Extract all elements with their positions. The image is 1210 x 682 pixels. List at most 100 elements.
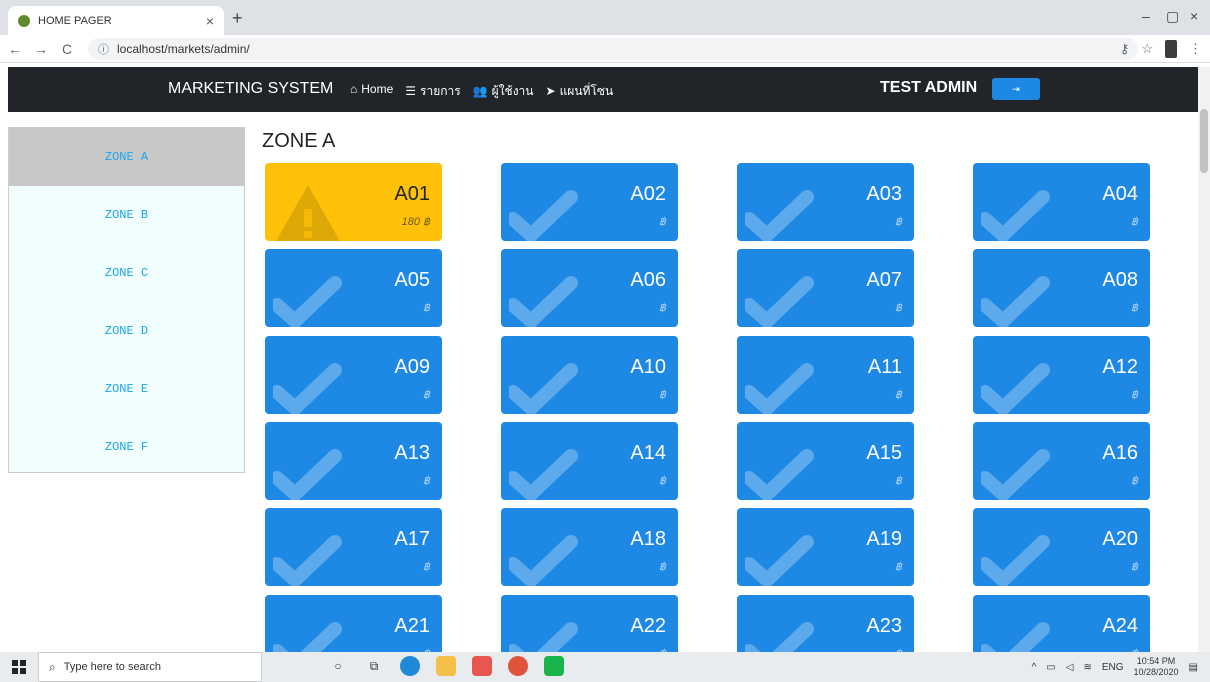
wifi-icon[interactable]: ≋ — [1083, 662, 1091, 673]
home-icon: ⌂ — [350, 82, 358, 96]
check-icon — [978, 356, 1051, 414]
booth-card[interactable]: A24฿ — [973, 595, 1150, 653]
booth-price: ฿ — [659, 389, 666, 401]
task-view-icon[interactable]: ⧉ — [364, 656, 384, 676]
list-icon: ☰ — [405, 84, 417, 98]
booth-card[interactable]: A08 ฿ — [973, 249, 1150, 327]
key-icon[interactable]: ⚷ — [1120, 41, 1130, 57]
booth-price: ฿ — [1131, 216, 1138, 228]
close-window-button[interactable]: × — [1190, 8, 1198, 24]
minimize-button[interactable]: – — [1142, 8, 1150, 24]
taskbar-search-input[interactable]: ⌕ Type here to search — [38, 652, 262, 682]
booth-card[interactable]: A06 ฿ — [501, 249, 678, 327]
sidebar-item-zone[interactable]: ZONE D — [9, 302, 244, 360]
clock[interactable]: 10:54 PM 10/28/2020 — [1134, 656, 1179, 678]
nav-link-label: แผนที่โซน — [559, 84, 614, 98]
check-icon — [978, 183, 1051, 241]
booth-card[interactable]: A02 ฿ — [501, 163, 678, 241]
edge-icon[interactable] — [400, 656, 420, 676]
warning-icon — [273, 183, 343, 241]
booth-id: A04 — [1102, 183, 1138, 205]
logout-icon: ⇥ — [1012, 83, 1020, 94]
page-scrollbar[interactable] — [1198, 67, 1210, 652]
logout-button[interactable]: ⇥ — [992, 78, 1040, 100]
extension-icon[interactable] — [1165, 40, 1177, 58]
booth-card[interactable]: A19 ฿ — [737, 508, 914, 586]
scrollbar-thumb[interactable] — [1200, 109, 1208, 173]
reload-button[interactable]: C — [56, 41, 78, 57]
check-icon — [742, 183, 815, 241]
check-icon — [742, 442, 815, 500]
booth-price: 180 ฿ — [401, 216, 430, 228]
new-tab-button[interactable]: + — [232, 8, 243, 29]
notifications-icon[interactable]: ▤ — [1189, 662, 1198, 673]
check-icon — [978, 442, 1051, 500]
sidebar-item-zone[interactable]: ZONE B — [9, 186, 244, 244]
booth-price: ฿ — [1131, 561, 1138, 573]
bookmark-star-icon[interactable]: ☆ — [1141, 41, 1153, 57]
booth-card[interactable]: A17 ฿ — [265, 508, 442, 586]
battery-icon[interactable]: ▭ — [1046, 662, 1055, 673]
booth-price: ฿ — [895, 561, 902, 573]
booth-card[interactable]: A20 ฿ — [973, 508, 1150, 586]
screen: HOME PAGER × + – ▢ × ← → C ⓘ localhost/m… — [0, 0, 1210, 682]
forward-button[interactable]: → — [30, 41, 52, 57]
browser-menu-icon[interactable]: ⋮ — [1189, 41, 1202, 57]
app-icon[interactable] — [472, 656, 492, 676]
booth-card[interactable]: A15 ฿ — [737, 422, 914, 500]
back-button[interactable]: ← — [4, 41, 26, 57]
browser-tab[interactable]: HOME PAGER × — [8, 6, 224, 35]
booth-card[interactable]: A14 ฿ — [501, 422, 678, 500]
booth-card[interactable]: A22฿ — [501, 595, 678, 653]
booth-card[interactable]: A13 ฿ — [265, 422, 442, 500]
start-button[interactable] — [0, 652, 38, 682]
sidebar-item-zone[interactable]: ZONE C — [9, 244, 244, 302]
tray-chevron-icon[interactable]: ^ — [1032, 662, 1037, 673]
nav-link-0[interactable]: ⌂ Home — [350, 82, 393, 101]
language-indicator[interactable]: ENG — [1102, 662, 1124, 673]
booth-card[interactable]: A12 ฿ — [973, 336, 1150, 414]
booth-card[interactable]: A23฿ — [737, 595, 914, 653]
booth-id: A12 — [1102, 356, 1138, 378]
booth-card[interactable]: A11 ฿ — [737, 336, 914, 414]
brand-title[interactable]: MARKETING SYSTEM — [168, 80, 333, 98]
booth-card[interactable]: A09 ฿ — [265, 336, 442, 414]
file-explorer-icon[interactable] — [436, 656, 456, 676]
info-icon[interactable]: ⓘ — [98, 41, 109, 57]
check-icon — [270, 615, 343, 653]
page-title: ZONE A — [262, 130, 336, 152]
booth-card[interactable]: A07 ฿ — [737, 249, 914, 327]
nav-link-3[interactable]: ➤ แผนที่โซน — [546, 82, 614, 101]
volume-icon[interactable]: ◁ — [1066, 662, 1074, 673]
booth-id: A24 — [1102, 615, 1138, 637]
sidebar-item-zone[interactable]: ZONE E — [9, 360, 244, 418]
chrome-icon[interactable] — [508, 656, 528, 676]
booth-card[interactable]: A21฿ — [265, 595, 442, 653]
booth-card[interactable]: A18 ฿ — [501, 508, 678, 586]
booth-id: A01 — [394, 183, 430, 205]
sidebar-item-zone[interactable]: ZONE F — [9, 418, 244, 476]
check-icon — [506, 269, 579, 327]
users-icon: 👥 — [472, 84, 488, 98]
booth-id: A10 — [630, 356, 666, 378]
cortana-icon[interactable]: ○ — [328, 656, 348, 676]
booth-price: ฿ — [895, 216, 902, 228]
sidebar-item-zone[interactable]: ZONE A — [9, 128, 244, 186]
nav-link-1[interactable]: ☰ รายการ — [405, 82, 460, 101]
booth-card[interactable]: A16 ฿ — [973, 422, 1150, 500]
booth-price: ฿ — [659, 216, 666, 228]
url-field[interactable]: ⓘ localhost/markets/admin/ — [88, 37, 1138, 60]
booth-card[interactable]: A10 ฿ — [501, 336, 678, 414]
nav-link-label: Home — [361, 82, 394, 96]
search-icon: ⌕ — [49, 659, 56, 674]
booth-price: ฿ — [1131, 302, 1138, 314]
booth-price: ฿ — [423, 561, 430, 573]
booth-card[interactable]: A01 180 ฿ — [265, 163, 442, 241]
maximize-button[interactable]: ▢ — [1166, 8, 1179, 25]
nav-link-2[interactable]: 👥 ผู้ใช้งาน — [473, 82, 534, 101]
booth-card[interactable]: A05 ฿ — [265, 249, 442, 327]
booth-card[interactable]: A04 ฿ — [973, 163, 1150, 241]
booth-card[interactable]: A03 ฿ — [737, 163, 914, 241]
line-icon[interactable] — [544, 656, 564, 676]
tab-close-icon[interactable]: × — [206, 13, 214, 29]
